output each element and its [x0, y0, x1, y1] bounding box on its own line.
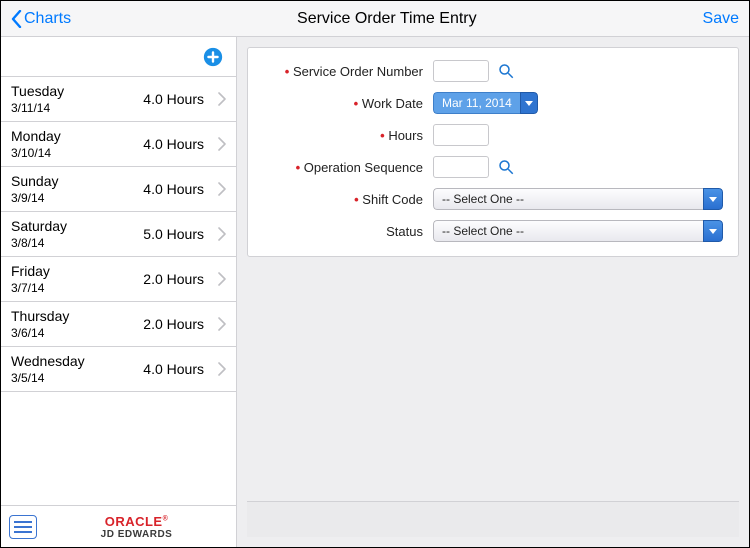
add-icon[interactable]	[202, 46, 224, 68]
status-value: -- Select One --	[433, 220, 703, 242]
dropdown-arrow-icon	[703, 188, 723, 210]
list-item-date: 3/7/14	[11, 281, 143, 295]
list-item[interactable]: Monday 3/10/14 4.0 Hours	[1, 122, 236, 167]
operation-sequence-input[interactable]	[433, 156, 489, 178]
sidebar: Tuesday 3/11/14 4.0 Hours Monday 3/10/14…	[1, 37, 237, 547]
brand-oracle: ORACLE®	[45, 514, 228, 529]
label-shift-code: Shift Code	[258, 192, 433, 207]
hours-input[interactable]	[433, 124, 489, 146]
list-item-date: 3/11/14	[11, 101, 143, 115]
search-service-order-icon[interactable]	[497, 62, 515, 80]
shift-code-value: -- Select One --	[433, 188, 703, 210]
status-select[interactable]: -- Select One --	[433, 220, 723, 242]
search-operation-sequence-icon[interactable]	[497, 158, 515, 176]
chevron-right-icon	[218, 92, 228, 106]
page-title: Service Order Time Entry	[297, 10, 477, 28]
brand-sub: JD EDWARDS	[45, 529, 228, 540]
list-item-hours: 4.0 Hours	[143, 181, 204, 197]
form-card: Service Order Number Work Date Mar 11, 2…	[247, 47, 739, 257]
time-entry-list: Tuesday 3/11/14 4.0 Hours Monday 3/10/14…	[1, 77, 236, 505]
list-item[interactable]: Tuesday 3/11/14 4.0 Hours	[1, 77, 236, 122]
list-item-hours: 2.0 Hours	[143, 271, 204, 287]
list-item-day: Sunday	[11, 173, 143, 189]
label-operation-sequence: Operation Sequence	[258, 160, 433, 175]
main-panel: Service Order Number Work Date Mar 11, 2…	[237, 37, 749, 547]
label-service-order-number: Service Order Number	[258, 64, 433, 79]
back-button[interactable]: Charts	[11, 10, 71, 28]
label-work-date: Work Date	[258, 96, 433, 111]
list-item-hours: 2.0 Hours	[143, 316, 204, 332]
dropdown-arrow-icon	[703, 220, 723, 242]
list-item-date: 3/9/14	[11, 191, 143, 205]
list-item-date: 3/8/14	[11, 236, 143, 250]
back-label: Charts	[24, 10, 71, 28]
list-item-hours: 4.0 Hours	[143, 136, 204, 152]
search-icon	[497, 158, 515, 176]
list-item[interactable]: Friday 3/7/14 2.0 Hours	[1, 257, 236, 302]
work-date-value: Mar 11, 2014	[433, 92, 520, 114]
list-item-hours: 4.0 Hours	[143, 91, 204, 107]
list-item-date: 3/6/14	[11, 326, 143, 340]
chevron-right-icon	[218, 227, 228, 241]
list-item[interactable]: Wednesday 3/5/14 4.0 Hours	[1, 347, 236, 392]
brand-text: ORACLE® JD EDWARDS	[45, 514, 228, 540]
list-item-day: Thursday	[11, 308, 143, 324]
chevron-right-icon	[218, 182, 228, 196]
chevron-right-icon	[218, 317, 228, 331]
list-item-day: Friday	[11, 263, 143, 279]
list-item-day: Wednesday	[11, 353, 143, 369]
chevron-right-icon	[218, 137, 228, 151]
menu-icon[interactable]	[9, 515, 37, 539]
list-item-hours: 5.0 Hours	[143, 226, 204, 242]
label-status: Status	[258, 224, 433, 239]
list-item-day: Monday	[11, 128, 143, 144]
shift-code-select[interactable]: -- Select One --	[433, 188, 723, 210]
brand-footer: ORACLE® JD EDWARDS	[1, 505, 236, 547]
label-hours: Hours	[258, 128, 433, 143]
search-icon	[497, 62, 515, 80]
list-item-day: Saturday	[11, 218, 143, 234]
list-item-day: Tuesday	[11, 83, 143, 99]
list-item[interactable]: Sunday 3/9/14 4.0 Hours	[1, 167, 236, 212]
list-item[interactable]: Saturday 3/8/14 5.0 Hours	[1, 212, 236, 257]
work-date-picker[interactable]: Mar 11, 2014	[433, 92, 538, 114]
list-item-date: 3/10/14	[11, 146, 143, 160]
list-item-date: 3/5/14	[11, 371, 143, 385]
service-order-number-input[interactable]	[433, 60, 489, 82]
save-button[interactable]: Save	[703, 10, 739, 28]
list-item-hours: 4.0 Hours	[143, 361, 204, 377]
main-footer-strip	[247, 501, 739, 537]
chevron-left-icon	[11, 10, 22, 28]
list-item[interactable]: Thursday 3/6/14 2.0 Hours	[1, 302, 236, 347]
dropdown-arrow-icon	[520, 92, 538, 114]
chevron-right-icon	[218, 272, 228, 286]
header-bar: Charts Service Order Time Entry Save	[1, 1, 749, 37]
add-row	[1, 37, 236, 77]
chevron-right-icon	[218, 362, 228, 376]
